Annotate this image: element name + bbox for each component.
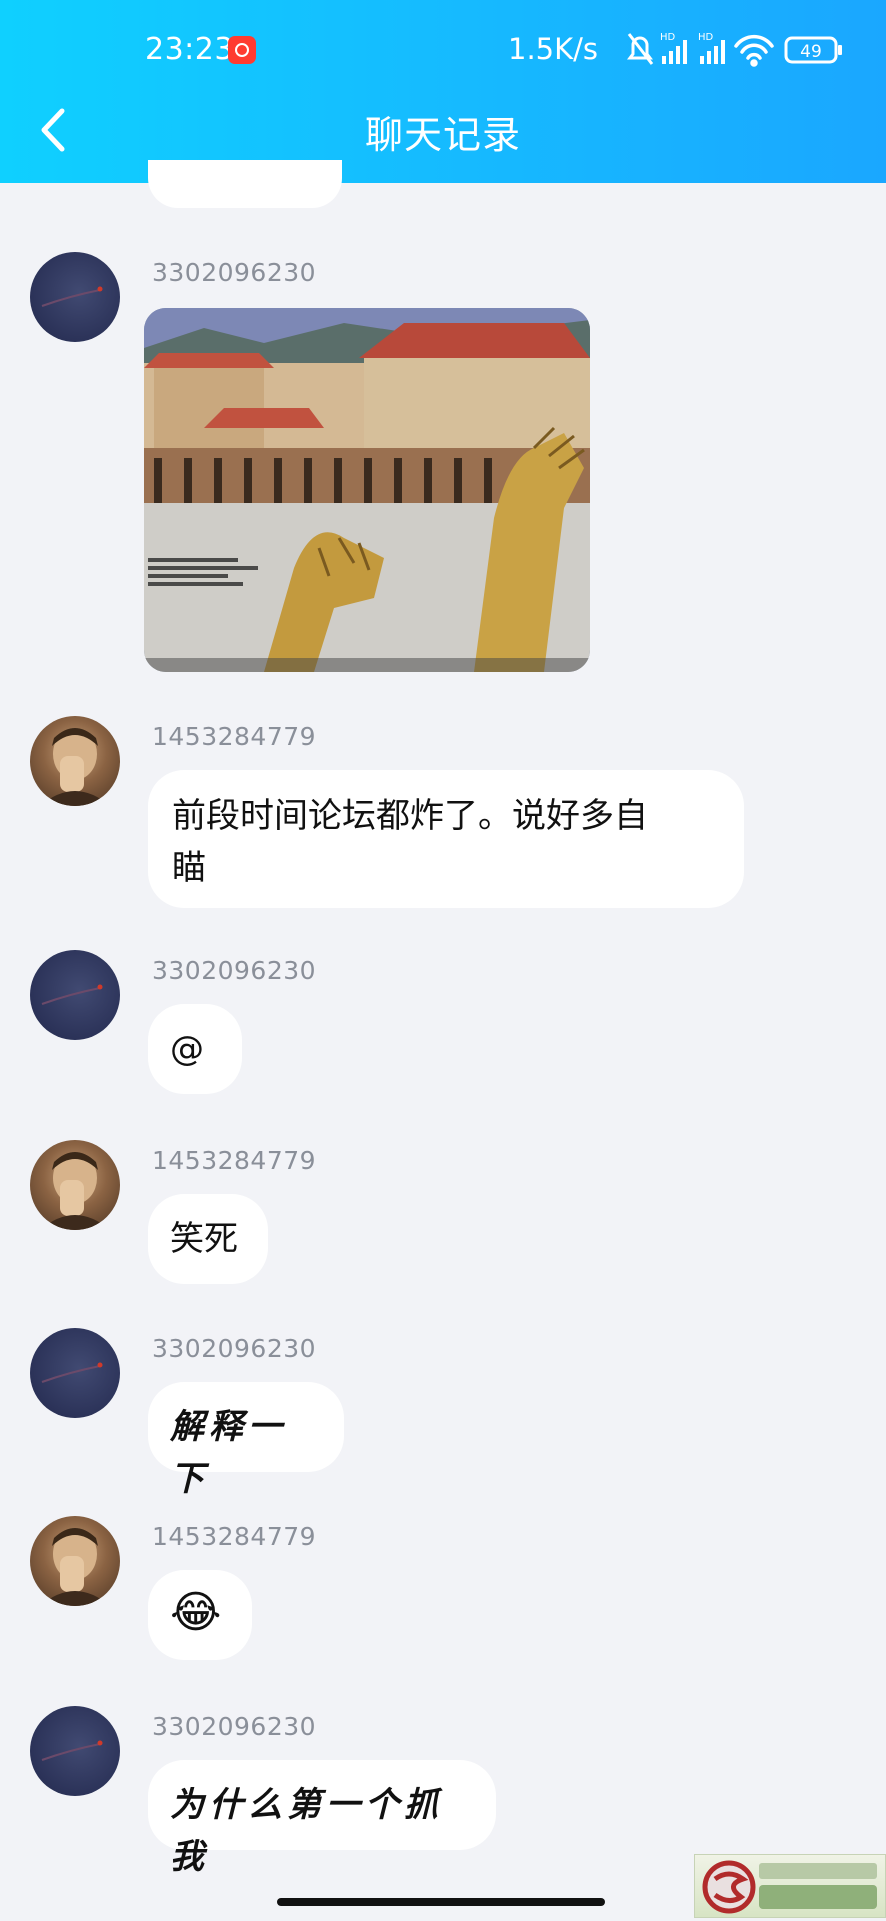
avatar[interactable] [30,1328,120,1418]
signal-icon: HD [660,32,687,64]
svg-text:49: 49 [800,42,822,62]
message-text: @ [170,1029,204,1069]
status-bar: 23:23 1.5K/s HD HD 49 [0,0,886,100]
sender-id: 3302096230 [152,956,317,985]
svg-text:HD: HD [660,32,676,43]
network-speed: 1.5K/s [508,32,599,66]
emoji-bubble[interactable]: 😂 [148,1570,252,1660]
avatar[interactable] [30,1516,120,1606]
sender-id: 3302096230 [152,1334,317,1363]
avatar[interactable] [30,252,120,342]
sender-id: 1453284779 [152,722,317,751]
app-header: 23:23 1.5K/s HD HD 49 聊天记录 [0,0,886,183]
status-time: 23:23 [145,32,234,67]
text-bubble[interactable]: 解释一下 [148,1382,344,1499]
signal-icon-2: HD [698,32,725,64]
svg-text:HD: HD [698,32,714,43]
tears-of-joy-icon: 😂 [170,1587,222,1638]
message-text: 为什么第一个抓我 [170,1785,443,1877]
message-text-line: 瞄 [172,848,206,888]
sender-id: 1453284779 [152,1522,317,1551]
home-indicator[interactable] [277,1898,605,1906]
avatar[interactable] [30,1140,120,1230]
text-bubble[interactable]: 前段时间论坛都炸了。说好多自 瞄 [148,770,744,908]
text-bubble[interactable]: 笑死 [148,1194,268,1284]
status-icons: HD HD 49 [626,30,846,70]
avatar[interactable] [30,1706,120,1796]
text-bubble[interactable]: @ [148,1004,242,1094]
wifi-icon [734,34,774,67]
text-bubble[interactable]: 为什么第一个抓我 [148,1760,496,1877]
battery-icon: 49 [784,36,842,64]
image-message[interactable] [144,308,590,672]
sender-id: 3302096230 [152,258,317,287]
message-text: 解释一下 [170,1407,287,1499]
sender-id: 1453284779 [152,1146,317,1175]
previous-message-bubble[interactable] [148,160,342,208]
page-title: 聊天记录 [364,113,521,157]
screen-record-icon [228,36,256,64]
message-text: 笑死 [170,1219,238,1259]
watermark-logo [694,1854,886,1918]
bell-muted-icon [627,33,654,65]
message-text-line: 前段时间论坛都炸了。说好多自 [172,796,648,836]
avatar[interactable] [30,950,120,1040]
avatar[interactable] [30,716,120,806]
sender-id: 3302096230 [152,1712,317,1741]
